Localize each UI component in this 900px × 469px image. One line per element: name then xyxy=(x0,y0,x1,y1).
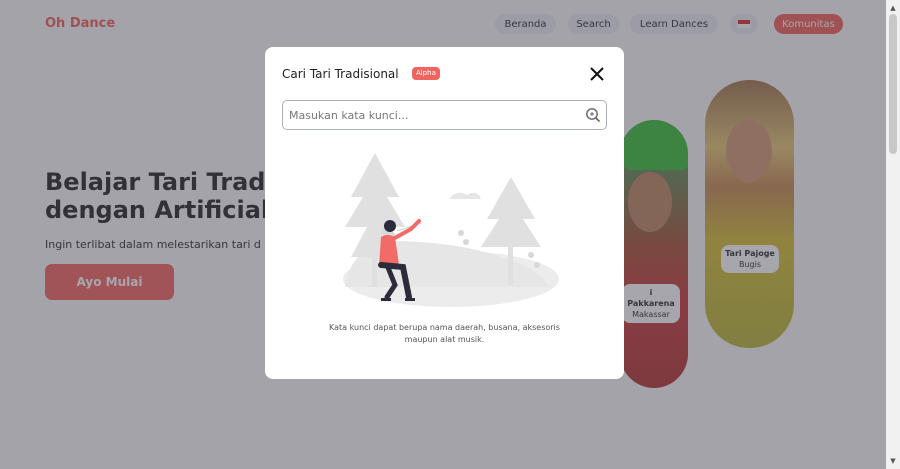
scrollbar-thumb[interactable] xyxy=(889,14,897,154)
search-modal: Cari Tari Tradisional Alpha Masukan kata… xyxy=(265,47,624,379)
search-hint-line-1: Kata kunci dapat berupa nama daerah, bus… xyxy=(329,323,560,332)
search-hint-line-2: maupun alat musik. xyxy=(404,335,485,344)
vertical-scrollbar[interactable]: ▲ ▼ xyxy=(886,0,900,469)
search-icon[interactable] xyxy=(585,107,601,123)
scroll-down-arrow-icon[interactable]: ▼ xyxy=(886,455,900,467)
empty-search-illustration xyxy=(343,153,559,307)
scroll-up-arrow-icon[interactable]: ▲ xyxy=(886,2,900,14)
alpha-badge: Alpha xyxy=(412,67,440,80)
search-field xyxy=(282,100,607,130)
close-icon[interactable] xyxy=(588,65,606,83)
modal-title: Cari Tari Tradisional xyxy=(282,67,399,81)
search-input[interactable] xyxy=(283,101,578,129)
search-hint: Kata kunci dapat berupa nama daerah, bus… xyxy=(305,322,584,346)
